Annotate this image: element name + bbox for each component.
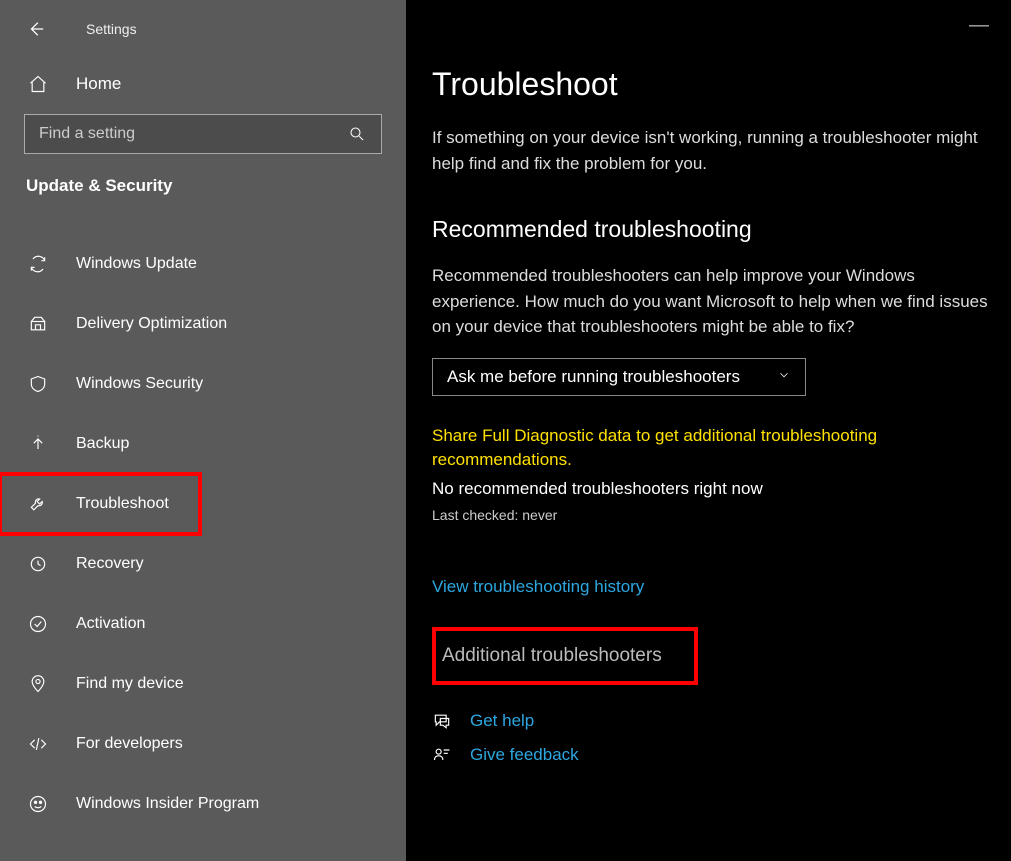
- sidebar-item-troubleshoot[interactable]: Troubleshoot: [0, 474, 200, 534]
- diagnostic-warning: Share Full Diagnostic data to get additi…: [432, 424, 972, 473]
- main-content: — Troubleshoot If something on your devi…: [406, 0, 1011, 861]
- wrench-icon: [28, 494, 48, 514]
- give-feedback-link[interactable]: Give feedback: [470, 745, 579, 765]
- chat-icon: [432, 711, 452, 731]
- sidebar-item-delivery-optimization[interactable]: Delivery Optimization: [0, 294, 406, 354]
- home-label: Home: [76, 74, 121, 94]
- sidebar-item-activation[interactable]: Activation: [0, 594, 406, 654]
- sidebar-item-for-developers[interactable]: For developers: [0, 714, 406, 774]
- feedback-icon: [432, 745, 452, 765]
- section-heading: Recommended troubleshooting: [432, 216, 991, 243]
- search-input[interactable]: [39, 125, 347, 143]
- section-description: Recommended troubleshooters can help imp…: [432, 263, 991, 340]
- back-button[interactable]: [26, 19, 46, 39]
- troubleshoot-preference-dropdown[interactable]: Ask me before running troubleshooters: [432, 358, 806, 396]
- troubleshooting-history-link[interactable]: View troubleshooting history: [432, 577, 644, 597]
- no-recommended-text: No recommended troubleshooters right now: [432, 479, 991, 499]
- code-icon: [28, 734, 48, 754]
- give-feedback-row[interactable]: Give feedback: [432, 745, 991, 765]
- nav-label: Backup: [76, 435, 129, 453]
- delivery-icon: [28, 314, 48, 334]
- dropdown-value: Ask me before running troubleshooters: [447, 367, 740, 387]
- nav-label: Windows Security: [76, 375, 203, 393]
- get-help-link[interactable]: Get help: [470, 711, 534, 731]
- additional-heading: Additional troubleshooters: [442, 645, 662, 666]
- minimize-button[interactable]: —: [969, 14, 989, 37]
- sidebar-item-find-my-device[interactable]: Find my device: [0, 654, 406, 714]
- titlebar: Settings: [0, 10, 406, 48]
- page-description: If something on your device isn't workin…: [432, 125, 991, 176]
- chevron-down-icon: [777, 367, 791, 387]
- nav-list: Windows Update Delivery Optimization Win…: [0, 216, 406, 834]
- sidebar-item-backup[interactable]: Backup: [0, 414, 406, 474]
- location-icon: [28, 674, 48, 694]
- sidebar-item-recovery[interactable]: Recovery: [0, 534, 406, 594]
- search-icon: [347, 124, 367, 144]
- sidebar: Settings Home Update & Security Windows …: [0, 0, 406, 861]
- nav-label: Activation: [76, 615, 145, 633]
- backup-icon: [28, 434, 48, 454]
- shield-icon: [28, 374, 48, 394]
- recovery-icon: [28, 554, 48, 574]
- get-help-row[interactable]: Get help: [432, 711, 991, 731]
- last-checked-text: Last checked: never: [432, 507, 991, 523]
- nav-label: For developers: [76, 735, 183, 753]
- nav-label: Recovery: [76, 555, 144, 573]
- sidebar-item-windows-security[interactable]: Windows Security: [0, 354, 406, 414]
- arrow-left-icon: [27, 20, 45, 38]
- sidebar-item-windows-update[interactable]: Windows Update: [0, 234, 406, 294]
- sidebar-item-windows-insider[interactable]: Windows Insider Program: [0, 774, 406, 834]
- home-icon: [28, 74, 48, 94]
- search-box[interactable]: [24, 114, 382, 154]
- nav-label: Windows Update: [76, 255, 197, 273]
- page-heading: Troubleshoot: [432, 66, 991, 103]
- sync-icon: [28, 254, 48, 274]
- nav-label: Find my device: [76, 675, 184, 693]
- nav-label: Delivery Optimization: [76, 315, 227, 333]
- nav-label: Troubleshoot: [76, 495, 169, 513]
- insider-icon: [28, 794, 48, 814]
- additional-troubleshooters-link[interactable]: Additional troubleshooters: [432, 627, 698, 685]
- window-title: Settings: [86, 21, 137, 37]
- category-title: Update & Security: [0, 176, 406, 216]
- home-nav[interactable]: Home: [0, 48, 406, 114]
- check-circle-icon: [28, 614, 48, 634]
- nav-label: Windows Insider Program: [76, 795, 259, 813]
